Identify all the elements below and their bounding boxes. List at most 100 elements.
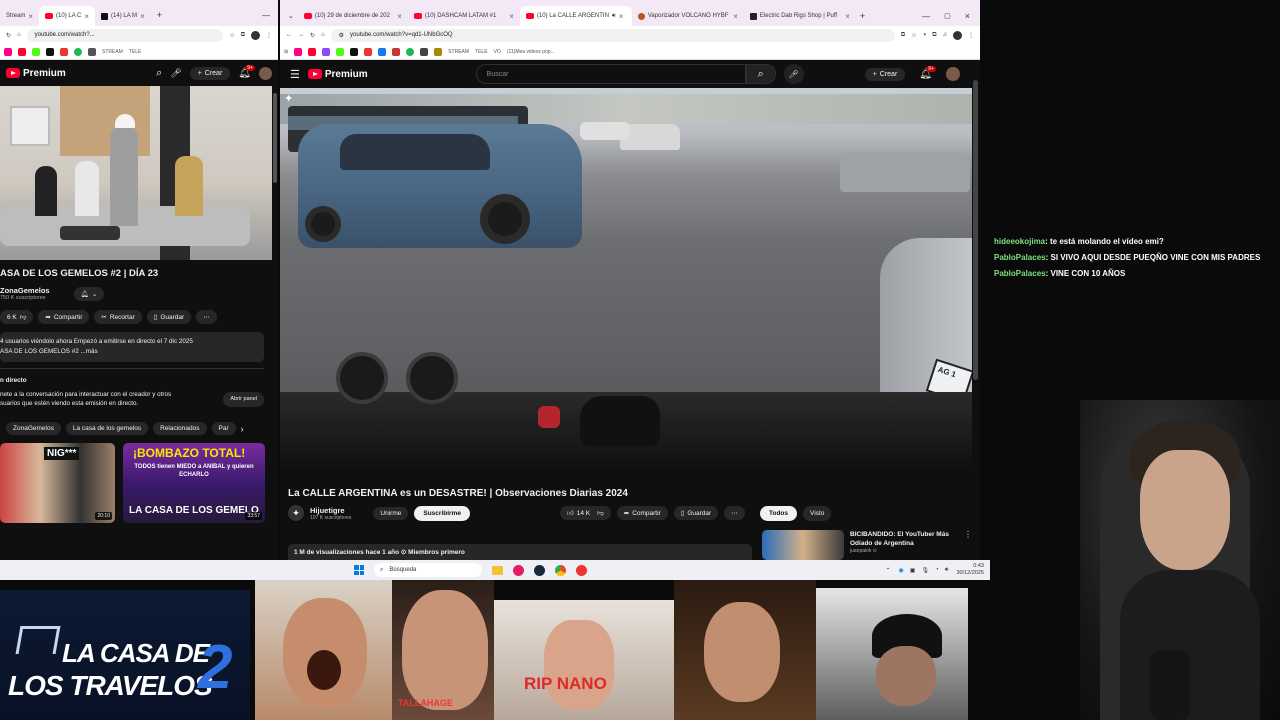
close-icon[interactable]: × [84, 12, 89, 21]
sidebar-thumbnail[interactable] [762, 530, 844, 560]
main-description-box[interactable]: 1 M de visualizaciones hace 1 año ⊙ Miem… [288, 544, 752, 560]
bookmark-tele[interactable]: TELE [129, 49, 142, 55]
obs-icon[interactable] [576, 564, 587, 576]
chrome-icon[interactable] [555, 564, 566, 576]
new-tab-icon[interactable]: + [157, 10, 162, 20]
more-button[interactable]: ⋯ [724, 506, 745, 520]
left-video-player[interactable] [0, 86, 272, 260]
like-button[interactable]: 👍︎ 14 K 👎︎ [559, 506, 611, 520]
tab-search-icon[interactable]: ⌄ [288, 12, 294, 20]
profile-avatar[interactable] [953, 30, 962, 40]
extensions-icon[interactable]: ⧉ [932, 32, 936, 39]
clip-button[interactable]: ✂ Recortar [94, 310, 142, 324]
bookmark-tele[interactable]: TELE [475, 49, 488, 55]
menu-dots-icon[interactable]: ⋮ [266, 32, 272, 39]
main-tab-0[interactable]: (10) 29 de diciembre de 202 × [298, 6, 408, 26]
bookmark-mea[interactable]: (11)Mea videos pop... [507, 49, 555, 55]
close-icon[interactable]: × [509, 12, 514, 21]
chevron-right-icon[interactable]: › [241, 424, 244, 434]
site-info-icon[interactable]: ⚙ [339, 32, 344, 39]
left-url-field[interactable]: youtube.com/watch?... [26, 28, 224, 42]
twitter-icon[interactable] [420, 47, 429, 56]
mic-icon[interactable]: 🎙︎ [921, 567, 929, 574]
extensions-icon[interactable]: ⧉ [241, 32, 245, 39]
left-tab-2[interactable]: (14) LA M × [95, 6, 151, 26]
facebook-icon[interactable] [378, 47, 387, 56]
twitch-icon[interactable] [322, 47, 331, 56]
close-icon[interactable]: × [619, 12, 624, 21]
chip[interactable]: Relacionados [153, 422, 207, 435]
hamburger-icon[interactable]: ☰ [290, 68, 300, 81]
folder-icon[interactable] [88, 47, 96, 56]
windows-start-icon[interactable] [354, 565, 364, 575]
volume-icon[interactable]: 🔊︎ [945, 567, 949, 574]
left-tab-0[interactable]: Stream × [0, 6, 39, 26]
home-icon[interactable]: ⌂ [321, 32, 325, 38]
main-scrollbar[interactable] [973, 80, 978, 380]
main-url-field[interactable]: ⚙ youtube.com/watch?v=qd1-UNbGcOQ [330, 28, 895, 42]
tiktok-icon[interactable] [46, 47, 54, 56]
youtube-icon[interactable] [18, 47, 26, 56]
rec-thumbnail[interactable]: NIG*** 20:10 [0, 443, 115, 523]
reddit-icon[interactable] [392, 47, 401, 56]
yt-logo[interactable]: Premium [6, 68, 66, 79]
avatar[interactable] [946, 67, 960, 81]
bookmark-stream[interactable]: STREAM [102, 49, 123, 55]
yt-logo[interactable]: Premium [307, 69, 368, 80]
like-button[interactable]: 6 K 👎︎ [0, 310, 34, 324]
audio-icon[interactable]: 🔊︎ [612, 13, 616, 20]
spotify-icon[interactable] [406, 47, 415, 56]
chip-seen[interactable]: Visto [803, 506, 832, 521]
close-icon[interactable]: × [397, 12, 402, 21]
search-icon[interactable]: ⌕ [156, 67, 162, 80]
sidebar-video-item[interactable]: BICIBANDIDO: El YouTuber Más Odiado de A… [762, 530, 972, 560]
tiktok-icon[interactable] [350, 47, 359, 56]
reload-icon[interactable]: ↻ [310, 32, 315, 39]
back-icon[interactable]: ← [286, 32, 292, 38]
spotify-icon[interactable] [74, 47, 82, 56]
rec-thumbnail[interactable]: ¡BOMBAZO TOTAL! TODOS tienen MIEDO a ANI… [123, 443, 265, 523]
network-icon[interactable]: ◉ [899, 567, 904, 574]
kick-icon[interactable] [336, 47, 345, 56]
new-tab-icon[interactable]: + [860, 11, 865, 21]
avatar[interactable] [259, 66, 272, 80]
close-window-icon[interactable]: × [965, 11, 970, 21]
close-icon[interactable]: × [733, 12, 738, 21]
notifications-button[interactable]: 🔔︎ 9+ [238, 64, 255, 79]
search-input[interactable]: Buscar [475, 64, 746, 84]
instagram-icon[interactable] [4, 47, 12, 56]
create-button[interactable]: + Crear [189, 66, 231, 80]
channel-avatar[interactable]: ✦ [288, 505, 304, 521]
more-button[interactable]: ⋯ [196, 310, 217, 324]
taskbar-clock[interactable]: 0:43 30/12/2025 [956, 563, 984, 577]
notifications-button[interactable]: 🔔︎ 9+ [919, 65, 936, 80]
menu-dots-icon[interactable]: ⋮ [968, 32, 974, 39]
mic-icon[interactable]: 🎤︎ [170, 68, 181, 79]
search-button[interactable]: ⌕ [745, 64, 776, 84]
save-button[interactable]: ▯ Guardar [673, 506, 719, 520]
instagram-icon[interactable] [294, 47, 303, 56]
main-tab-1[interactable]: (10) DASHCAM LATAM #1 × [408, 6, 520, 26]
maximize-icon[interactable]: ▢ [944, 12, 951, 20]
pinterest-icon[interactable] [60, 47, 68, 56]
share-button[interactable]: ➦ Compartir [616, 506, 668, 520]
minimize-icon[interactable]: — [262, 11, 270, 20]
close-icon[interactable]: × [28, 12, 33, 21]
chip-all[interactable]: Todos [760, 506, 798, 521]
main-tab-3[interactable]: Vaporizador VOLCANO HYBF × [632, 6, 744, 26]
media-icon[interactable]: ♫ [943, 32, 948, 38]
chip[interactable]: Par [211, 422, 236, 435]
subscribed-button[interactable]: 🔔︎ ⌄ [73, 286, 105, 301]
main-tab-4[interactable]: Electric Dab Rigs Shop | Puff × [744, 6, 856, 26]
home-icon[interactable]: ⌂ [17, 32, 21, 38]
bookmark-star-icon[interactable]: ☆ [229, 32, 234, 39]
save-button[interactable]: ▯ Guardar [146, 310, 192, 324]
main-video-player[interactable]: AG 1 ✦ [280, 88, 972, 478]
voice-search-button[interactable]: 🎤︎ [783, 64, 804, 84]
pinterest-icon[interactable] [364, 47, 373, 56]
chevron-up-icon[interactable]: ⌃ [885, 567, 890, 574]
channel-name[interactable]: ZonaGemelos [0, 286, 50, 295]
chip[interactable]: La casa de los gemelos [65, 422, 149, 435]
reload-icon[interactable]: ↻ [6, 32, 11, 39]
youtube-icon[interactable] [308, 47, 317, 56]
